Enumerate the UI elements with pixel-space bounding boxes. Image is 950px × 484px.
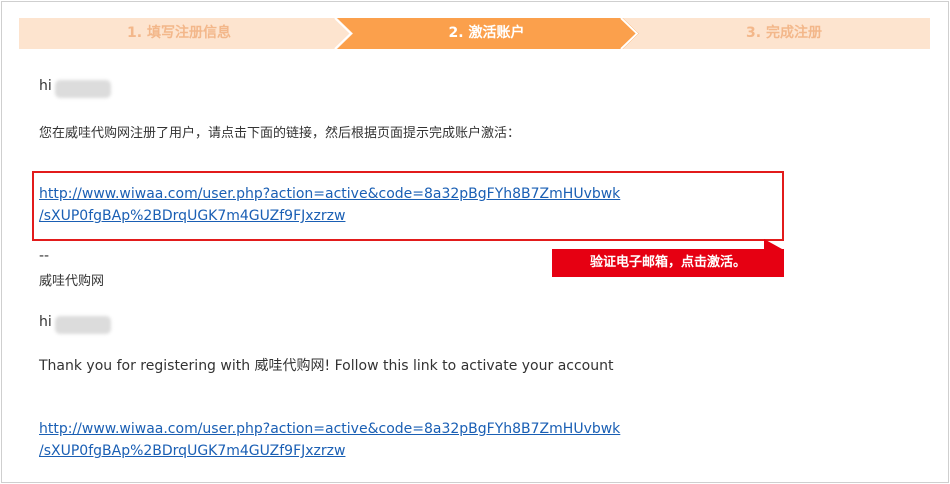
signature-name: 威哇代购网 — [39, 274, 105, 289]
activation-callout: 验证电子邮箱，点击激活。 — [552, 249, 784, 277]
email-frame — [1, 1, 949, 483]
activation-link-cn[interactable]: http://www.wiwaa.com/user.php?action=act… — [39, 183, 620, 227]
activation-link-cn-line1: http://www.wiwaa.com/user.php?action=act… — [39, 186, 621, 202]
body-text-cn: 您在威哇代购网注册了用户，请点击下面的链接，然后根据页面提示完成账户激活： — [39, 126, 521, 141]
activation-link-en[interactable]: http://www.wiwaa.com/user.php?action=act… — [39, 418, 620, 462]
greeting-cn: hi — [39, 78, 52, 94]
activation-link-en-line2: /sXUP0fgBAp%2BDrqUGK7m4GUZf9FJxzrzw — [39, 443, 346, 459]
signature-dash: -- — [39, 248, 50, 264]
greeting-en: hi — [39, 314, 52, 330]
body-text-en: Thank you for registering with 威哇代购网! Fo… — [39, 358, 614, 374]
step-2-label: 2. 激活账户 — [448, 25, 525, 41]
step-1-label: 1. 填写注册信息 — [127, 25, 231, 41]
blurred-username-en — [55, 316, 111, 334]
activation-link-cn-line2: /sXUP0fgBAp%2BDrqUGK7m4GUZf9FJxzrzw — [39, 208, 346, 224]
callout-pointer — [764, 239, 782, 249]
blurred-username-cn — [55, 80, 111, 98]
step-3-label: 3. 完成注册 — [746, 25, 822, 41]
registration-steps: 1. 填写注册信息 2. 激活账户 3. 完成注册 — [19, 18, 930, 49]
activation-link-en-line1: http://www.wiwaa.com/user.php?action=act… — [39, 421, 621, 437]
